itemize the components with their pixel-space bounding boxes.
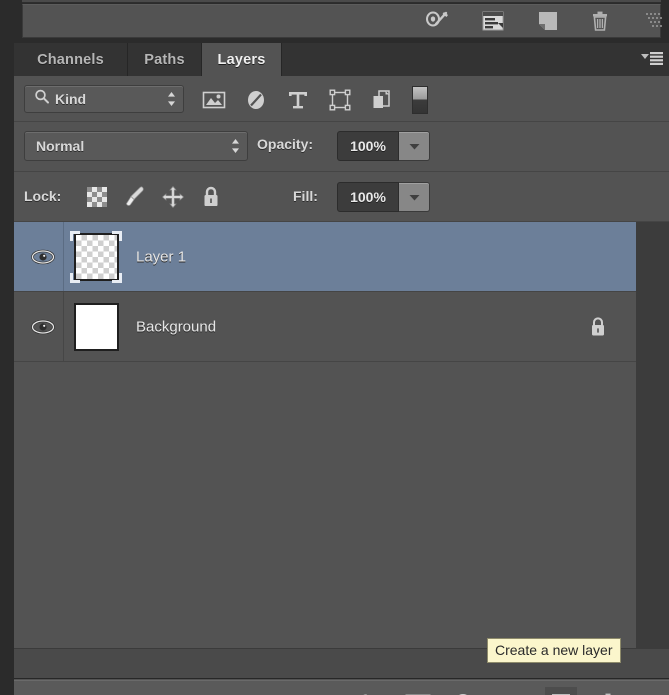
layer-thumbnail[interactable]	[70, 301, 122, 353]
opacity-dropdown-button[interactable]	[399, 131, 430, 161]
tab-channels[interactable]: Channels	[14, 43, 128, 76]
table-row[interactable]: Layer 1	[14, 222, 636, 292]
new-adjustment-layer-icon[interactable]	[448, 687, 480, 695]
tooltip: Create a new layer	[487, 638, 621, 663]
layer-thumbnail-image	[74, 303, 119, 351]
create-new-layer-icon[interactable]	[545, 687, 577, 695]
lock-fill-row: Lock: Fill: 100%	[14, 172, 669, 222]
layer-thumbnail[interactable]	[70, 231, 122, 283]
tab-bar-filler	[282, 43, 669, 76]
filter-enable-toggle[interactable]	[412, 86, 428, 114]
tab-layers[interactable]: Layers	[202, 43, 282, 76]
photoshop-layers-panel: Channels Paths Layers Kind Normal Opacit…	[0, 0, 669, 695]
adjustment-layer-filter-icon[interactable]	[243, 87, 269, 113]
layers-bottom-toolbar: fx	[14, 680, 669, 695]
layer-visibility-eye-icon[interactable]	[22, 222, 64, 291]
mask-edit-icon[interactable]	[424, 7, 452, 35]
fill-input[interactable]: 100%	[337, 182, 399, 212]
opacity-label: Opacity:	[257, 136, 314, 152]
layer-style-fx-icon[interactable]: fx	[351, 687, 383, 695]
tab-paths[interactable]: Paths	[128, 43, 202, 76]
chevron-down-icon	[409, 194, 419, 200]
lock-label: Lock:	[24, 188, 62, 204]
grip-dots-icon	[640, 7, 668, 35]
layers-panel-body: Kind Normal Opacity: 100% Lock: Fill: 10…	[14, 76, 669, 695]
new-group-icon[interactable]	[498, 687, 530, 695]
type-layer-filter-icon[interactable]	[285, 87, 311, 113]
smart-object-filter-icon[interactable]	[369, 87, 395, 113]
new-layer-icon[interactable]	[534, 7, 562, 35]
chevron-updown-icon	[167, 91, 176, 107]
lock-transparent-pixels-icon[interactable]	[84, 184, 110, 210]
link-layers-icon[interactable]	[303, 687, 335, 695]
blend-mode-select[interactable]: Normal	[24, 131, 248, 161]
add-layer-mask-icon[interactable]	[402, 687, 434, 695]
layer-name-label[interactable]: Layer 1	[136, 248, 186, 265]
top-toolbar-strip	[0, 0, 669, 42]
shape-layer-filter-icon[interactable]	[327, 87, 353, 113]
thumbnail-corner-icon	[70, 231, 80, 241]
thumbnail-corner-icon	[112, 273, 122, 283]
chevron-updown-icon	[231, 138, 240, 154]
layer-list-gutter	[636, 222, 669, 649]
thumbnail-corner-icon	[112, 231, 122, 241]
layer-list[interactable]: Layer 1 Background	[14, 222, 669, 649]
delete-layer-icon[interactable]	[592, 687, 624, 695]
lock-all-icon[interactable]	[198, 184, 224, 210]
thumbnail-corner-icon	[70, 273, 80, 283]
panel-tab-bar: Channels Paths Layers	[14, 43, 669, 76]
filter-kind-label: Kind	[55, 91, 87, 107]
toolbar-hairline	[22, 0, 661, 3]
blend-opacity-row: Normal Opacity: 100%	[14, 122, 669, 172]
fill-dropdown-button[interactable]	[399, 182, 430, 212]
fill-label: Fill:	[293, 188, 318, 204]
layer-name-label[interactable]: Background	[136, 318, 216, 335]
pixel-layer-filter-icon[interactable]	[201, 87, 227, 113]
lock-image-pixels-icon[interactable]	[122, 184, 148, 210]
trash-icon[interactable]	[586, 7, 614, 35]
panel-menu-icon[interactable]	[641, 52, 663, 67]
opacity-input[interactable]: 100%	[337, 131, 399, 161]
chevron-down-icon	[409, 143, 419, 149]
filter-kind-select[interactable]: Kind	[24, 85, 184, 113]
table-row[interactable]: Background	[14, 292, 636, 362]
magnifier-icon	[34, 89, 50, 110]
properties-icon[interactable]	[479, 7, 507, 35]
layer-filter-row: Kind	[14, 76, 669, 122]
blend-mode-value: Normal	[36, 138, 85, 154]
lock-position-icon[interactable]	[160, 184, 186, 210]
layer-visibility-eye-icon[interactable]	[22, 292, 64, 361]
layer-locked-icon	[588, 316, 608, 338]
top-toolbar-icons	[0, 4, 669, 38]
